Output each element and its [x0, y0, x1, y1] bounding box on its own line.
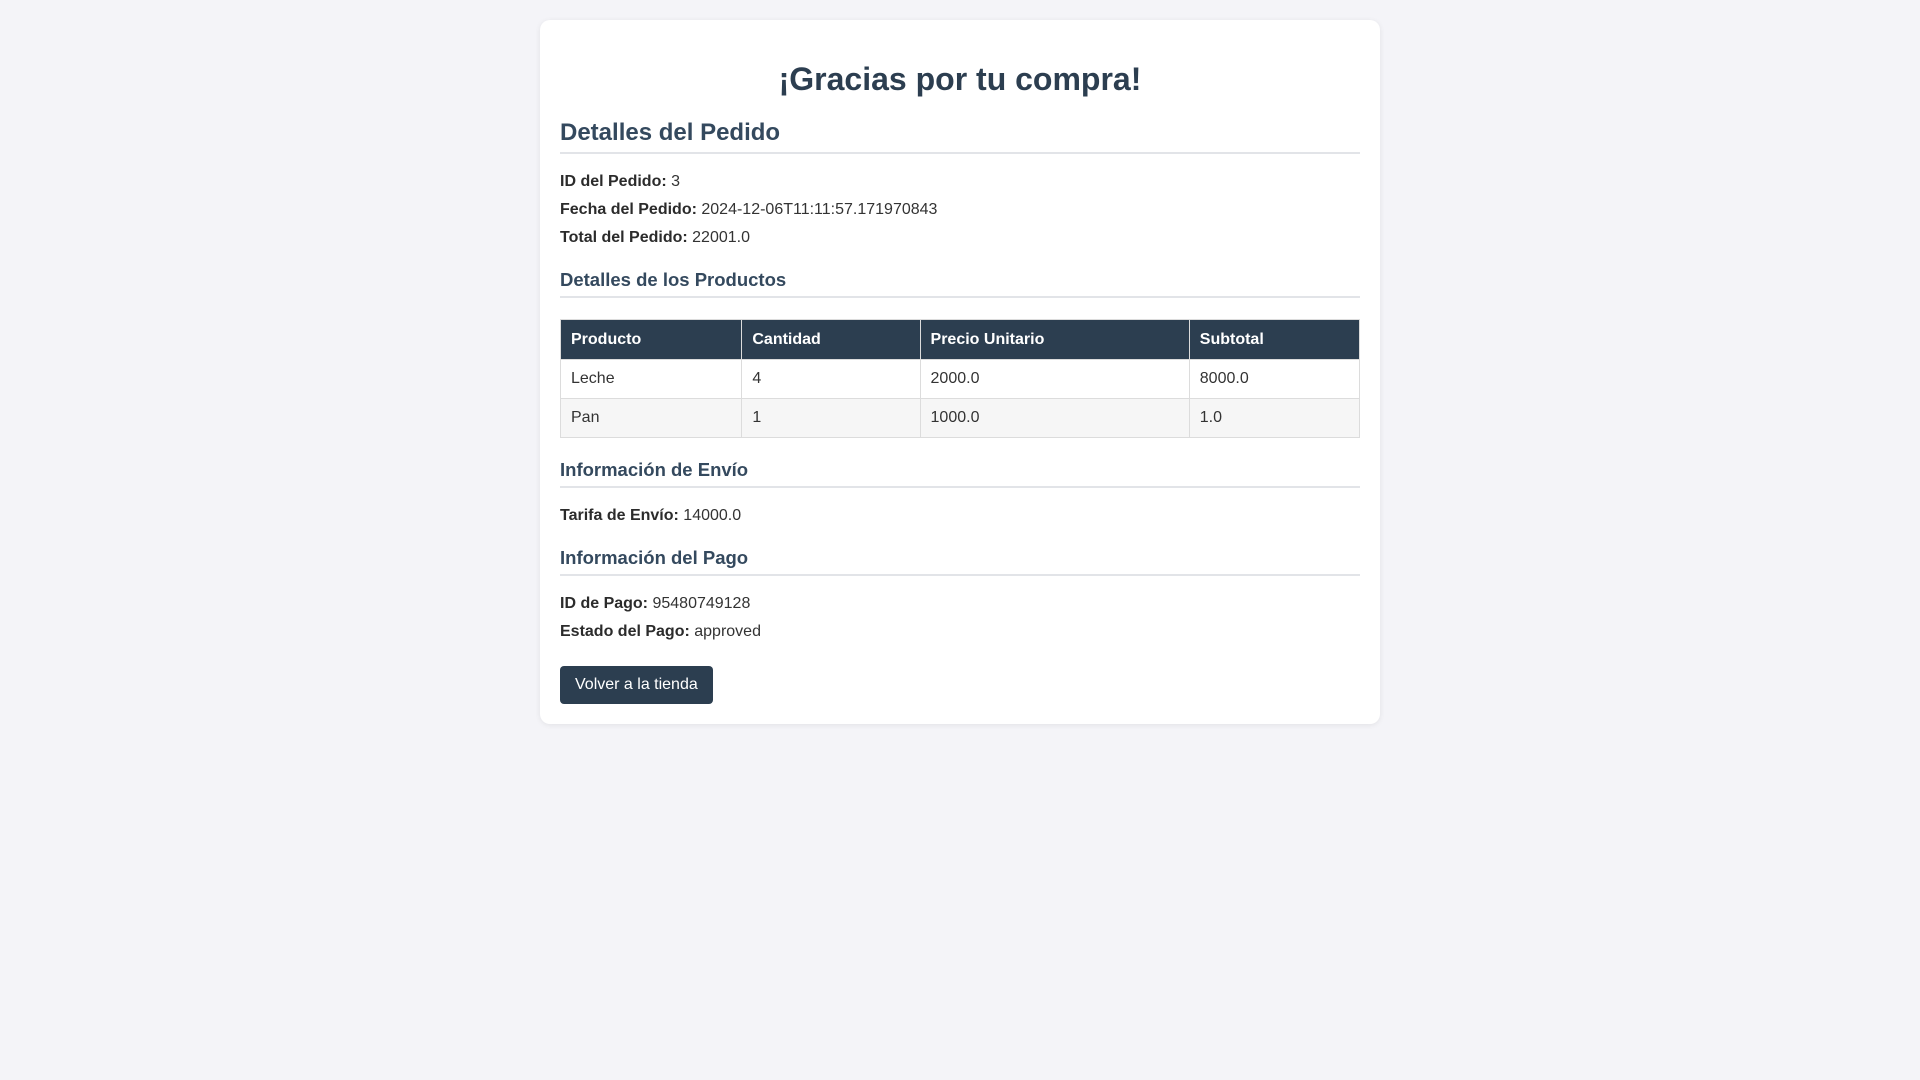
back-to-store-button[interactable]: Volver a la tienda [560, 666, 713, 704]
order-id-line: ID del Pedido: 3 [560, 168, 1360, 196]
order-date-line: Fecha del Pedido: 2024-12-06T11:11:57.17… [560, 196, 1360, 224]
order-date-value: 2024-12-06T11:11:57.171970843 [701, 201, 938, 218]
cell-unit-price: 2000.0 [919, 359, 1190, 399]
order-id-value: 3 [671, 173, 681, 190]
cell-subtotal: 1.0 [1188, 398, 1361, 438]
cell-quantity: 4 [741, 359, 921, 399]
column-header-product: Producto [559, 319, 743, 360]
order-total-value: 22001.0 [692, 229, 750, 246]
payment-status-value: approved [694, 623, 761, 640]
order-total-line: Total del Pedido: 22001.0 [560, 224, 1360, 252]
shipping-heading: Información de Envío [560, 458, 1360, 488]
shipping-fee-value: 14000.0 [683, 507, 742, 524]
order-date-label: Fecha del Pedido: [560, 201, 697, 218]
cell-product: Pan [559, 398, 743, 438]
table-header-row: Producto Cantidad Precio Unitario Subtot… [559, 319, 1361, 360]
shipping-fee-label: Tarifa de Envío: [560, 507, 679, 524]
cell-product: Leche [559, 359, 743, 399]
column-header-subtotal: Subtotal [1188, 319, 1361, 360]
products-table: Producto Cantidad Precio Unitario Subtot… [559, 319, 1361, 438]
table-row: Pan 1 1000.0 1.0 [559, 398, 1361, 438]
shipping-fee-line: Tarifa de Envío: 14000.0 [560, 502, 1360, 530]
confirmation-card: ¡Gracias por tu compra! Detalles del Ped… [540, 20, 1380, 724]
payment-heading: Información del Pago [560, 546, 1360, 576]
page-title: ¡Gracias por tu compra! [778, 61, 1142, 97]
column-header-unit-price: Precio Unitario [919, 319, 1190, 360]
order-id-label: ID del Pedido: [560, 173, 667, 190]
payment-status-label: Estado del Pago: [560, 623, 690, 640]
order-total-label: Total del Pedido: [560, 229, 688, 246]
cell-unit-price: 1000.0 [919, 398, 1190, 438]
payment-id-label: ID de Pago: [560, 595, 649, 612]
column-header-quantity: Cantidad [741, 319, 921, 360]
order-details-heading: Detalles del Pedido [560, 118, 1360, 154]
payment-id-value: 95480749128 [652, 595, 751, 612]
cell-quantity: 1 [741, 398, 921, 438]
payment-status-line: Estado del Pago: approved [560, 618, 1360, 646]
cell-subtotal: 8000.0 [1188, 359, 1361, 399]
payment-id-line: ID de Pago: 95480749128 [560, 590, 1360, 618]
products-heading: Detalles de los Productos [560, 268, 1360, 298]
table-row: Leche 4 2000.0 8000.0 [559, 359, 1361, 399]
